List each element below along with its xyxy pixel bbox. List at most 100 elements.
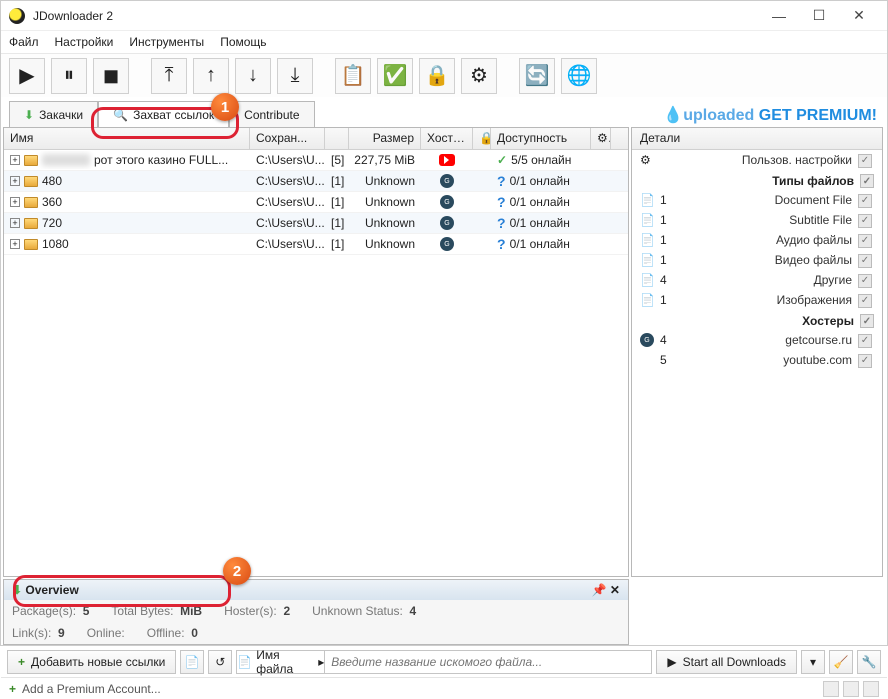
overview-title: Overview	[25, 583, 78, 597]
table-row[interactable]: + 1080C:\Users\U...[1]UnknownG? 0/1 онла…	[4, 234, 628, 255]
pause-button[interactable]: ⏸	[51, 58, 87, 94]
tab-downloads[interactable]: ⬇Закачки	[9, 101, 98, 127]
maximize-button[interactable]: ☐	[799, 4, 839, 28]
col-lock[interactable]: 🔒	[473, 128, 491, 149]
plus-icon: +	[9, 682, 16, 696]
tab-contribute[interactable]: Contribute	[229, 101, 314, 127]
restore-links-button[interactable]: ↺	[208, 650, 232, 674]
filetype-checkbox[interactable]: ✓	[858, 234, 872, 248]
play-button[interactable]: ▶	[9, 58, 45, 94]
getcourse-icon: G	[440, 174, 454, 188]
filetype-row: 📄1Изображения✓	[632, 290, 882, 310]
folder-icon	[24, 218, 38, 229]
start-all-button[interactable]: ▶ Start all Downloads	[656, 650, 797, 674]
overview-panel: ⬇ Overview 📌 ✕ Package(s): 5 Total Bytes…	[3, 579, 629, 645]
getcourse-icon: G	[440, 237, 454, 251]
table-row[interactable]: + 720C:\Users\U...[1]UnknownG? 0/1 онлай…	[4, 213, 628, 234]
close-button[interactable]: ✕	[839, 4, 879, 28]
toolbar: ▶ ⏸ ◼ ⤒ ↑ ↓ ⤓ 📋 ✅ 🔒 ⚙ 🔄 🌐	[1, 53, 887, 97]
window-title: JDownloader 2	[33, 9, 759, 23]
status-unknown-icon: ?	[497, 194, 506, 210]
menu-file[interactable]: Файл	[9, 35, 39, 49]
tabs-row: ⬇Закачки 🔍Захват ссылок Contribute 💧uplo…	[1, 97, 887, 127]
overview-tools[interactable]: 📌 ✕	[592, 583, 620, 597]
filetype-checkbox[interactable]: ✓	[858, 254, 872, 268]
hoster-row: G4getcourse.ru✓	[632, 330, 882, 350]
auto-start-button[interactable]: 🔒	[419, 58, 455, 94]
reconnect-button[interactable]: 🌐	[561, 58, 597, 94]
add-premium-link[interactable]: Add a Premium Account...	[22, 682, 161, 696]
expand-icon[interactable]: +	[10, 155, 20, 165]
filetype-checkbox[interactable]: ✓	[858, 294, 872, 308]
hoster-checkbox[interactable]: ✓	[858, 334, 872, 348]
table-row[interactable]: + рот этого казино FULL...C:\Users\U...[…	[4, 150, 628, 171]
reset-button[interactable]: 🔧	[857, 650, 881, 674]
menu-help[interactable]: Помощь	[220, 35, 266, 49]
expand-icon[interactable]: +	[10, 239, 20, 249]
user-settings-checkbox[interactable]: ✓	[858, 154, 872, 168]
folder-icon	[24, 155, 38, 166]
update-button[interactable]: 🔄	[519, 58, 555, 94]
expand-icon[interactable]: +	[10, 197, 20, 207]
hoster-checkbox[interactable]: ✓	[858, 354, 872, 368]
hosters-master-checkbox[interactable]: ✓	[860, 314, 874, 328]
filetype-checkbox[interactable]: ✓	[858, 214, 872, 228]
settings-button[interactable]: ⚙	[461, 58, 497, 94]
clipboard-button[interactable]: 📋	[335, 58, 371, 94]
minimize-button[interactable]: —	[759, 4, 799, 28]
table-header: Имя Сохран... Размер Хостер 🔒 Доступност…	[4, 128, 628, 150]
move-down-button[interactable]: ↓	[235, 58, 271, 94]
col-config-icon[interactable]: ⚙	[591, 128, 611, 149]
status-icon-3[interactable]	[863, 681, 879, 697]
filetypes-title: Типы файлов✓	[632, 170, 882, 190]
menubar: Файл Настройки Инструменты Помощь	[1, 31, 887, 53]
search-box: 📄 Имя файла ▸	[236, 650, 652, 674]
menu-tools[interactable]: Инструменты	[129, 35, 204, 49]
col-size[interactable]: Размер	[349, 128, 421, 149]
status-unknown-icon: ?	[497, 215, 506, 231]
getcourse-icon: G	[440, 195, 454, 209]
add-container-button[interactable]: 📄	[180, 650, 204, 674]
start-dropdown-button[interactable]: ▾	[801, 650, 825, 674]
folder-icon	[24, 176, 38, 187]
getcourse-icon: G	[640, 333, 654, 347]
filetypes-master-checkbox[interactable]: ✓	[860, 174, 874, 188]
status-icon-2[interactable]	[843, 681, 859, 697]
col-count[interactable]	[325, 128, 349, 149]
expand-icon[interactable]: +	[10, 218, 20, 228]
tab-linkgrabber[interactable]: 🔍Захват ссылок	[98, 101, 229, 127]
filetype-checkbox[interactable]: ✓	[858, 274, 872, 288]
premium-banner[interactable]: 💧uploaded GET PREMIUM!	[653, 103, 887, 127]
table-row[interactable]: + 480C:\Users\U...[1]UnknownG? 0/1 онлай…	[4, 171, 628, 192]
search-input[interactable]	[325, 655, 651, 669]
auto-confirm-button[interactable]: ✅	[377, 58, 413, 94]
filetype-checkbox[interactable]: ✓	[858, 194, 872, 208]
move-up-button[interactable]: ↑	[193, 58, 229, 94]
stop-button[interactable]: ◼	[93, 58, 129, 94]
col-save[interactable]: Сохран...	[250, 128, 325, 149]
filetype-icon: 📄	[640, 213, 660, 227]
filetype-icon: 📄	[640, 273, 660, 287]
table-row[interactable]: + 360C:\Users\U...[1]UnknownG? 0/1 онлай…	[4, 192, 628, 213]
move-top-button[interactable]: ⤒	[151, 58, 187, 94]
menu-settings[interactable]: Настройки	[55, 35, 114, 49]
filetype-icon: 📄	[640, 193, 660, 207]
statusbar: + Add a Premium Account...	[1, 677, 887, 699]
status-icon-1[interactable]	[823, 681, 839, 697]
expand-icon[interactable]: +	[10, 176, 20, 186]
hosters-title: Хостеры✓	[632, 310, 882, 330]
col-hoster[interactable]: Хостер	[421, 128, 473, 149]
filetype-row: 📄1Аудио файлы✓	[632, 230, 882, 250]
clear-button[interactable]: 🧹	[829, 650, 853, 674]
col-avail[interactable]: Доступность	[491, 128, 591, 149]
add-links-button[interactable]: +Добавить новые ссылки	[7, 650, 176, 674]
move-bottom-button[interactable]: ⤓	[277, 58, 313, 94]
filetype-icon: 📄	[640, 253, 660, 267]
bottom-bar: +Добавить новые ссылки 📄 ↺ 📄 Имя файла ▸…	[1, 647, 887, 677]
user-settings-row: ⚙ Пользов. настройки ✓	[632, 150, 882, 170]
search-mode-button[interactable]: 📄 Имя файла ▸	[237, 651, 325, 673]
status-unknown-icon: ?	[497, 236, 506, 252]
status-unknown-icon: ?	[497, 173, 506, 189]
col-name[interactable]: Имя	[4, 128, 250, 149]
folder-icon	[24, 197, 38, 208]
